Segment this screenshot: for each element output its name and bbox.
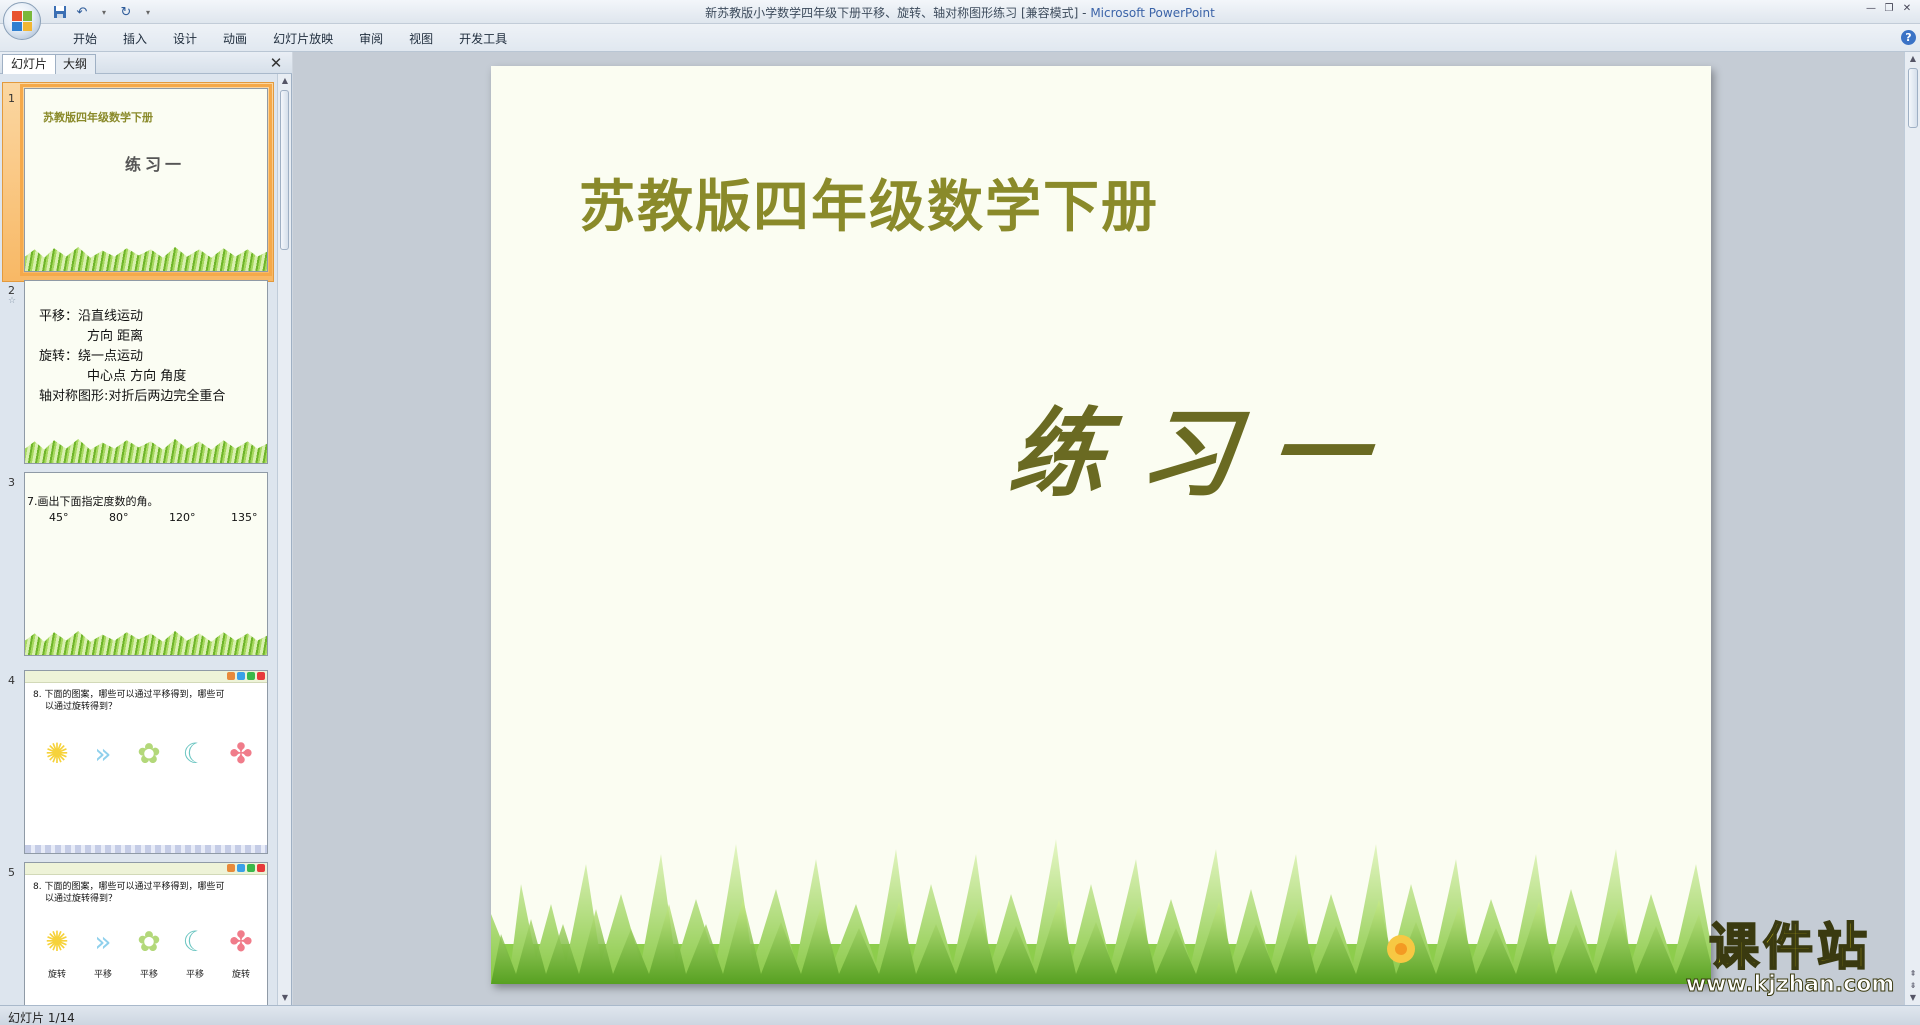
thumb-heading: 以通过旋转得到？ — [45, 894, 118, 904]
angle-label: 45° — [49, 511, 69, 524]
thumb-toolbar — [225, 863, 267, 873]
flower-pattern-icon: ✿ — [137, 736, 161, 770]
tab-design[interactable]: 设计 — [160, 30, 210, 48]
tab-outline[interactable]: 大纲 — [54, 54, 97, 74]
ribbon: 开始 插入 设计 动画 幻灯片放映 审阅 视图 开发工具 ? — [0, 24, 1920, 52]
toolbar-icon — [237, 864, 245, 872]
pattern-label: 平移 — [139, 970, 158, 980]
tab-developer[interactable]: 开发工具 — [446, 30, 520, 48]
slide-title[interactable]: 苏教版四年级数学下册 — [579, 162, 1159, 243]
clover-pattern-icon: ✤ — [229, 736, 253, 770]
close-icon[interactable]: ✕ — [1900, 2, 1914, 14]
thumb-bottom-bar — [25, 845, 267, 853]
slide-thumbnail-4[interactable]: 8. 下面的图案，哪些可以通过平移得到，哪些可 以通过旋转得到？ ✺ » ✿ ☾… — [24, 670, 268, 854]
slide-subtitle[interactable]: 练习一 — [1004, 376, 1409, 515]
chevron-pattern-icon: » — [94, 924, 112, 958]
tab-view[interactable]: 视图 — [396, 30, 446, 48]
sun-pattern-icon: ✺ — [45, 924, 69, 958]
pattern-label: 旋转 — [47, 970, 66, 980]
thumb-title: 苏教版四年级数学下册 — [43, 111, 153, 124]
thumb-line: 方向 距离 — [87, 329, 144, 344]
slide-thumbnail-1[interactable]: 苏教版四年级数学下册 练习一 — [20, 84, 272, 276]
flower-icon — [1387, 935, 1415, 963]
slide-number: 1 — [8, 92, 15, 105]
slide-number: 3 — [8, 476, 15, 489]
clover-pattern-icon: ✤ — [229, 924, 253, 958]
tab-home[interactable]: 开始 — [60, 30, 110, 48]
ribbon-tabs: 开始 插入 设计 动画 幻灯片放映 审阅 视图 开发工具 — [60, 30, 520, 48]
tab-slides[interactable]: 幻灯片 — [2, 54, 57, 74]
grass-decoration — [25, 631, 267, 655]
slide-number: 5 — [8, 866, 15, 879]
tab-insert[interactable]: 插入 — [110, 30, 160, 48]
flower-pattern-icon: ✿ — [137, 924, 161, 958]
office-logo-icon — [12, 11, 32, 31]
pattern-label: 平移 — [93, 970, 112, 980]
editor-scrollbar[interactable]: ▲ ⇞ ⇟ ▼ — [1904, 52, 1920, 1005]
slides-pane: 幻灯片 大纲 ✕ 1 苏教版四年级数学下册 练习一 2 ☆ 平移：沿直线运动 方… — [0, 52, 292, 1005]
toolbar-icon — [247, 672, 255, 680]
close-pane-icon[interactable]: ✕ — [268, 54, 284, 72]
grass-decoration — [25, 247, 267, 271]
window-title-text: 新苏教版小学数学四年级下册平移、旋转、轴对称图形练习 [兼容模式] - — [705, 6, 1091, 20]
tab-animation[interactable]: 动画 — [210, 30, 260, 48]
toolbar-icon — [227, 672, 235, 680]
minimize-icon[interactable]: — — [1864, 2, 1878, 14]
slide-indicator: 幻灯片 1/14 — [8, 1011, 75, 1025]
thumb-subtitle: 练习一 — [125, 155, 186, 174]
toolbar-icon — [257, 672, 265, 680]
slide-editor: 苏教版四年级数学下册 练习一 — [293, 52, 1904, 1005]
thumb-line: 平移：沿直线运动 — [39, 309, 144, 324]
angle-label: 135° — [231, 511, 258, 524]
toolbar-icon — [247, 864, 255, 872]
window-title: 新苏教版小学数学四年级下册平移、旋转、轴对称图形练习 [兼容模式] - Micr… — [0, 4, 1920, 21]
office-button[interactable] — [3, 2, 41, 40]
angle-label: 120° — [169, 511, 196, 524]
tab-slideshow[interactable]: 幻灯片放映 — [260, 30, 346, 48]
slide-number: 4 — [8, 674, 15, 687]
title-bar: ↶ ▾ ↻ ▾ 新苏教版小学数学四年级下册平移、旋转、轴对称图形练习 [兼容模式… — [0, 0, 1920, 40]
scroll-thumb[interactable] — [280, 90, 289, 250]
thumb-heading: 7.画出下面指定度数的角。 — [27, 495, 159, 508]
slide-thumbnail-2[interactable]: 平移：沿直线运动 方向 距离 旋转：绕一点运动 中心点 方向 角度 轴对称图形:… — [24, 280, 268, 464]
crescent-pattern-icon: ☾ — [182, 736, 208, 770]
thumbnails-scrollbar[interactable]: ▲ ▼ — [277, 74, 291, 1005]
sun-pattern-icon: ✺ — [45, 736, 69, 770]
pattern-label: 平移 — [185, 970, 204, 980]
crescent-pattern-icon: ☾ — [182, 924, 208, 958]
current-slide[interactable]: 苏教版四年级数学下册 练习一 — [491, 66, 1711, 984]
scroll-up-icon[interactable]: ▲ — [280, 76, 290, 86]
thumb-heading: 以通过旋转得到？ — [45, 702, 118, 712]
pattern-label: 旋转 — [231, 970, 250, 980]
thumb-line: 中心点 方向 角度 — [87, 369, 187, 384]
help-icon[interactable]: ? — [1901, 30, 1916, 45]
scroll-thumb[interactable] — [1908, 68, 1918, 128]
thumb-line: 旋转：绕一点运动 — [39, 349, 144, 364]
scroll-down-icon[interactable]: ▼ — [280, 993, 290, 1003]
toolbar-icon — [257, 864, 265, 872]
app-name: Microsoft PowerPoint — [1090, 6, 1215, 20]
watermark: 课件站 www.kjzhan.com — [1670, 918, 1910, 1002]
toolbar-icon — [237, 672, 245, 680]
slide-thumbnails: 1 苏教版四年级数学下册 练习一 2 ☆ 平移：沿直线运动 方向 距离 旋转：绕… — [0, 74, 276, 1005]
thumb-line: 轴对称图形:对折后两边完全重合 — [39, 389, 226, 404]
grass-decoration — [25, 439, 267, 463]
scroll-up-icon[interactable]: ▲ — [1908, 54, 1918, 64]
animation-star-icon: ☆ — [8, 296, 17, 306]
pane-tabs: 幻灯片 大纲 ✕ — [0, 52, 292, 74]
watermark-brand: 课件站 — [1708, 918, 1871, 976]
status-bar: 幻灯片 1/14 — [0, 1005, 1920, 1025]
grass-decoration — [491, 839, 1711, 984]
watermark-url: www.kjzhan.com — [1685, 972, 1895, 997]
thumb-toolbar — [225, 671, 267, 681]
tab-review[interactable]: 审阅 — [346, 30, 396, 48]
slide-thumbnail-3[interactable]: 7.画出下面指定度数的角。 45° 80° 120° 135° — [24, 472, 268, 656]
slide-thumbnail-5[interactable]: 8. 下面的图案，哪些可以通过平移得到，哪些可 以通过旋转得到？ ✺ » ✿ ☾… — [24, 862, 268, 1005]
chevron-pattern-icon: » — [94, 736, 112, 770]
restore-icon[interactable]: ❐ — [1882, 2, 1896, 14]
angle-label: 80° — [109, 511, 129, 524]
toolbar-icon — [227, 864, 235, 872]
